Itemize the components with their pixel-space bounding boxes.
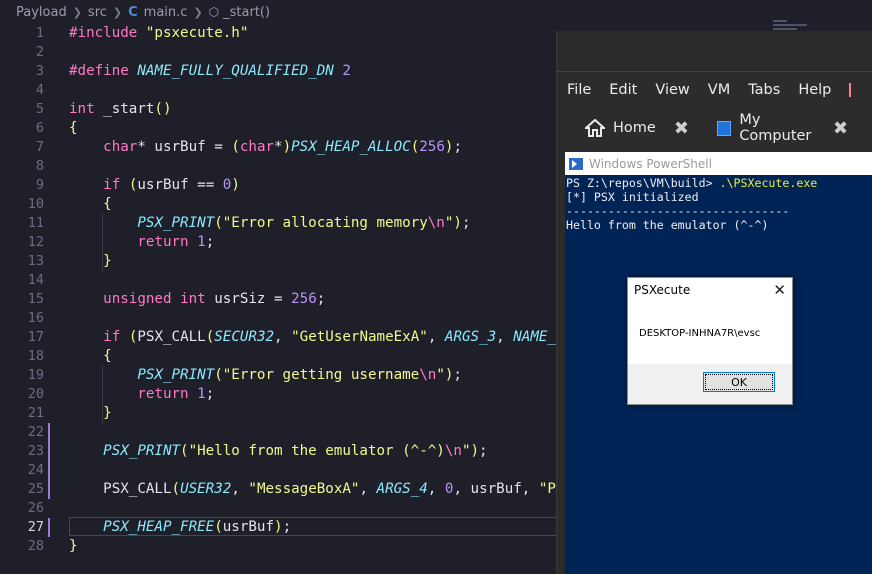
menu-vm[interactable]: VM xyxy=(708,82,730,98)
vm-menu-bar: File Edit View VM Tabs Help xyxy=(557,72,872,108)
chevron-right-icon: ❯ xyxy=(72,5,82,19)
vm-titlebar[interactable] xyxy=(557,31,872,72)
line-number: 2 xyxy=(35,44,44,60)
chevron-right-icon: ❯ xyxy=(193,5,203,19)
powershell-titlebar[interactable]: Windows PowerShell xyxy=(565,152,872,175)
code-line-15[interactable]: unsigned int usrSiz = 256; xyxy=(69,290,325,309)
code-line-3[interactable]: #define NAME_FULLY_QUALIFIED_DN 2 xyxy=(69,62,351,81)
code-line-17[interactable]: if (PSX_CALL(SECUR32, "GetUserNameExA", … xyxy=(69,328,564,347)
close-icon[interactable]: ✕ xyxy=(773,281,786,299)
code-line-28[interactable]: } xyxy=(69,537,78,556)
code-line-18[interactable]: { xyxy=(69,347,112,366)
line-number: 16 xyxy=(27,310,44,326)
close-icon[interactable]: ✖ xyxy=(833,118,848,139)
message-box-titlebar[interactable]: PSXecute ✕ xyxy=(628,278,792,302)
code-line-6[interactable]: { xyxy=(69,119,78,138)
code-line-19[interactable]: PSX_PRINT("Error getting username\n"); xyxy=(69,366,462,385)
code-line-1[interactable]: #include "psxecute.h" xyxy=(69,24,248,43)
code-line-10[interactable]: { xyxy=(69,195,112,214)
code-line-25[interactable]: PSX_CALL(USER32, "MessageBoxA", ARGS_4, … xyxy=(69,480,564,499)
c-file-icon: C xyxy=(128,4,138,20)
home-icon xyxy=(585,119,605,137)
breadcrumb-item-payload[interactable]: Payload xyxy=(16,5,67,20)
ps-output-line: Hello from the emulator (^-^) xyxy=(566,218,769,232)
line-number: 8 xyxy=(35,158,44,174)
message-box[interactable]: PSXecute ✕ DESKTOP-INHNA7R\evsc OK xyxy=(627,277,793,405)
chevron-right-icon: ❯ xyxy=(112,5,123,19)
tab-my-computer[interactable]: My Computer ✖ xyxy=(716,112,848,144)
breadcrumb-item-file[interactable]: main.c xyxy=(144,5,188,20)
powershell-console[interactable]: PS Z:\repos\VM\build> .\PSXecute.exe [*]… xyxy=(565,175,872,233)
vm-tab-bar: Home ✖ My Computer ✖ xyxy=(557,108,872,148)
breadcrumb: Payload ❯ src ❯ C main.c ❯ ⬡ _start() xyxy=(0,0,872,24)
menu-view[interactable]: View xyxy=(655,82,689,98)
code-line-12[interactable]: return 1; xyxy=(69,233,214,252)
ps-command: .\PSXecute.exe xyxy=(719,176,818,190)
tab-home[interactable]: Home ✖ xyxy=(585,118,689,139)
tab-my-computer-label: My Computer xyxy=(739,112,812,144)
code-line-7[interactable]: char* usrBuf = (char*)PSX_HEAP_ALLOC(256… xyxy=(69,138,462,157)
code-line-23[interactable]: PSX_PRINT("Hello from the emulator (^-^)… xyxy=(69,442,487,461)
code-line-13[interactable]: } xyxy=(69,252,112,271)
code-editor[interactable]: 1 2 3 4 5 6 7 8 9 10 11 12 13 14 15 16 17 18 19 20 21 22 23 24 2… xyxy=(0,24,565,574)
line-number: 26 xyxy=(27,500,44,516)
code-line-9[interactable]: if (usrBuf == 0) xyxy=(69,176,240,195)
menu-edit[interactable]: Edit xyxy=(609,82,637,98)
function-cube-icon: ⬡ xyxy=(208,5,220,19)
message-box-footer: OK xyxy=(628,364,792,402)
message-box-text: DESKTOP-INHNA7R\evsc xyxy=(628,302,792,364)
ps-output-line: -------------------------------- xyxy=(566,204,790,218)
ps-prompt: PS Z:\repos\VM\build> xyxy=(566,176,720,190)
code-line-5[interactable]: int _start() xyxy=(69,100,172,119)
line-number: 14 xyxy=(27,272,44,288)
power-icon[interactable] xyxy=(849,83,852,97)
close-icon[interactable]: ✖ xyxy=(674,118,689,139)
powershell-icon xyxy=(569,157,583,170)
menu-file[interactable]: File xyxy=(567,82,591,98)
message-box-title: PSXecute xyxy=(634,283,691,297)
line-number: 22 xyxy=(27,424,44,440)
code-line-11[interactable]: PSX_PRINT("Error allocating memory\n"); xyxy=(69,214,470,233)
line-number: 4 xyxy=(35,82,44,98)
powershell-title: Windows PowerShell xyxy=(589,156,712,171)
line-number: 24 xyxy=(27,462,44,478)
ok-button[interactable]: OK xyxy=(703,372,775,392)
code-line-27[interactable]: PSX_HEAP_FREE(usrBuf); xyxy=(69,518,291,537)
computer-icon xyxy=(716,120,732,136)
breadcrumb-item-function[interactable]: _start() xyxy=(223,5,270,20)
code-line-21[interactable]: } xyxy=(69,404,112,423)
breadcrumb-item-src[interactable]: src xyxy=(88,5,107,20)
ps-output-line: [*] PSX initialized xyxy=(566,190,699,204)
menu-tabs[interactable]: Tabs xyxy=(748,82,780,98)
tab-home-label: Home xyxy=(613,120,656,136)
code-line-20[interactable]: return 1; xyxy=(69,385,214,404)
menu-help[interactable]: Help xyxy=(798,82,831,98)
